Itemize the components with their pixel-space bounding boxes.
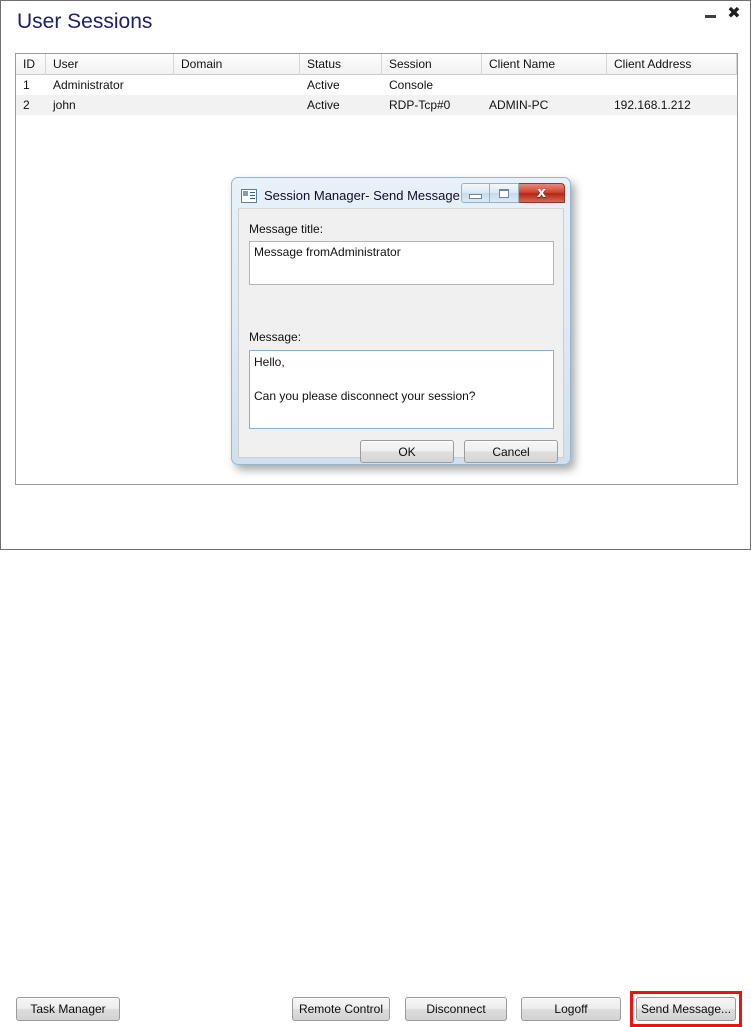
table-header-row: ID User Domain Status Session Client Nam… bbox=[16, 54, 737, 75]
message-title-input[interactable] bbox=[249, 241, 554, 285]
column-header-client-name[interactable]: Client Name bbox=[482, 54, 607, 75]
column-header-domain[interactable]: Domain bbox=[174, 54, 300, 75]
cell-session: RDP-Tcp#0 bbox=[382, 95, 482, 115]
close-icon[interactable]: ✖ bbox=[726, 5, 742, 21]
contact-card-icon bbox=[241, 189, 257, 203]
dialog-close-icon[interactable]: x bbox=[519, 183, 565, 203]
column-header-user[interactable]: User bbox=[46, 54, 174, 75]
column-header-id[interactable]: ID bbox=[16, 54, 46, 75]
disconnect-button[interactable]: Disconnect bbox=[405, 997, 507, 1021]
cancel-button[interactable]: Cancel bbox=[464, 440, 558, 463]
task-manager-button[interactable]: Task Manager bbox=[16, 997, 120, 1021]
page-title: User Sessions bbox=[17, 10, 152, 34]
minimize-icon[interactable] bbox=[702, 5, 718, 21]
ok-button[interactable]: OK bbox=[360, 440, 454, 463]
message-title-label: Message title: bbox=[249, 222, 323, 236]
cell-client-address: 192.168.1.212 bbox=[607, 95, 737, 115]
cell-status: Active bbox=[300, 75, 382, 95]
column-header-client-address[interactable]: Client Address bbox=[607, 54, 737, 75]
cell-user: Administrator bbox=[46, 75, 174, 95]
dialog-window-buttons: x bbox=[461, 183, 565, 204]
cell-client-name: ADMIN-PC bbox=[482, 95, 607, 115]
cell-id: 1 bbox=[16, 75, 46, 95]
table-row[interactable]: 2 john Active RDP-Tcp#0 ADMIN-PC 192.168… bbox=[16, 95, 737, 115]
send-message-button[interactable]: Send Message... bbox=[636, 997, 736, 1021]
window-controls: ✖ bbox=[702, 5, 742, 21]
logoff-button[interactable]: Logoff bbox=[521, 997, 621, 1021]
dialog-maximize-icon[interactable] bbox=[490, 183, 519, 203]
table-row[interactable]: 1 Administrator Active Console bbox=[16, 75, 737, 95]
cell-user: john bbox=[46, 95, 174, 115]
dialog-body: Message title: Message: OK Cancel bbox=[238, 208, 564, 458]
column-header-session[interactable]: Session bbox=[382, 54, 482, 75]
message-body-input[interactable] bbox=[249, 350, 554, 429]
send-message-dialog: Session Manager- Send Message x Message … bbox=[231, 177, 571, 465]
dialog-titlebar[interactable]: Session Manager- Send Message x bbox=[237, 183, 565, 208]
dialog-title: Session Manager- Send Message bbox=[264, 188, 460, 203]
cell-session: Console bbox=[382, 75, 482, 95]
dialog-minimize-icon[interactable] bbox=[461, 183, 490, 203]
bottom-button-bar: Task Manager Remote Control Disconnect L… bbox=[1, 487, 750, 549]
cell-status: Active bbox=[300, 95, 382, 115]
message-label: Message: bbox=[249, 330, 301, 344]
column-header-status[interactable]: Status bbox=[300, 54, 382, 75]
remote-control-button[interactable]: Remote Control bbox=[292, 997, 390, 1021]
cell-id: 2 bbox=[16, 95, 46, 115]
